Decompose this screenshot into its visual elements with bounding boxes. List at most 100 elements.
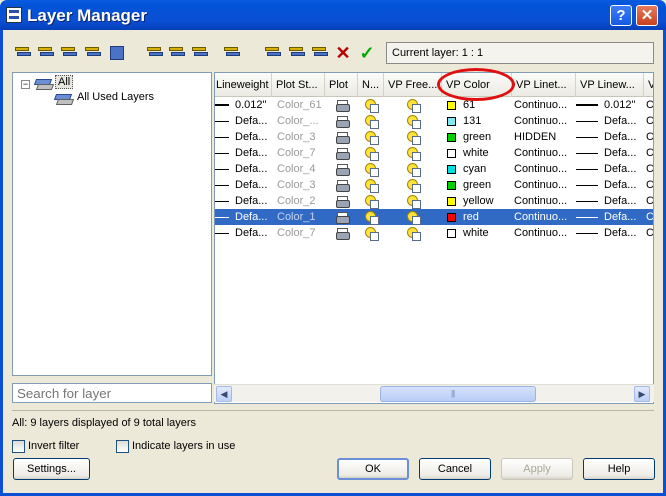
vp-linetype-cell[interactable]: Continuo... [514, 177, 572, 193]
settings-button[interactable]: Settings... [13, 458, 90, 480]
vp-lineweight-cell[interactable]: Defa... [604, 225, 642, 241]
plot-style-cell[interactable]: Color_3 [277, 177, 324, 193]
tree-item-all[interactable]: All [55, 75, 74, 89]
close-button[interactable]: ✕ [636, 5, 658, 26]
vp-freeze-icon[interactable] [407, 227, 421, 241]
help-title-button[interactable]: ? [610, 5, 632, 26]
table-row[interactable]: 0.012" Color_61 61 Continuo... 0.012" C [215, 97, 653, 113]
vp-freeze-icon[interactable] [407, 147, 421, 161]
vp-linetype-cell[interactable]: Continuo... [514, 193, 572, 209]
column-lineweight[interactable]: Lineweight [215, 73, 272, 97]
vp-linetype-cell[interactable]: Continuo... [514, 145, 572, 161]
new-vp-freeze-icon[interactable] [365, 99, 379, 113]
vp-lineweight-cell[interactable]: Defa... [604, 113, 642, 129]
column-vp-linetype[interactable]: VP Linet... [512, 73, 576, 97]
vp-color-cell[interactable]: red [463, 209, 509, 225]
lineweight-cell[interactable]: Defa... [235, 177, 271, 193]
vp-linetype-cell[interactable]: Continuo... [514, 209, 572, 225]
printer-icon[interactable] [336, 179, 350, 192]
vp-lineweight-cell[interactable]: Defa... [604, 129, 642, 145]
plot-style-cell[interactable]: Color_... [277, 113, 324, 129]
new-filter-icon[interactable] [14, 44, 32, 62]
vp-lineweight-cell[interactable]: Defa... [604, 145, 642, 161]
scroll-left-icon[interactable]: ◀ [216, 386, 232, 402]
printer-icon[interactable] [336, 227, 350, 240]
scroll-right-icon[interactable]: ▶ [634, 386, 650, 402]
lineweight-cell[interactable]: Defa... [235, 113, 271, 129]
filter-edit-icon[interactable] [84, 44, 102, 62]
lineweight-cell[interactable]: Defa... [235, 161, 271, 177]
new-vp-freeze-icon[interactable] [365, 115, 379, 129]
new-vp-freeze-icon[interactable] [365, 227, 379, 241]
new-vp-freeze-icon[interactable] [365, 131, 379, 145]
table-row[interactable]: Defa... Color_2 yellow Continuo... Defa... C [215, 193, 653, 209]
plot-style-cell[interactable]: Color_7 [277, 145, 324, 161]
plot-style-cell[interactable]: Color_4 [277, 161, 324, 177]
plot-style-cell[interactable]: Color_1 [277, 209, 324, 225]
plot-style-cell[interactable]: Color_3 [277, 129, 324, 145]
table-row[interactable]: Defa... Color_1 red Continuo... Defa... C [215, 209, 653, 225]
vp-lineweight-cell[interactable]: Defa... [604, 161, 642, 177]
column-vp-more[interactable]: V [644, 73, 653, 97]
lineweight-cell[interactable]: Defa... [235, 193, 271, 209]
layer-grid[interactable]: Lineweight Plot St... Plot N... VP Free.… [214, 72, 654, 404]
vp-color-cell[interactable]: yellow [463, 193, 509, 209]
vp-linetype-cell[interactable]: Continuo... [514, 97, 572, 113]
column-plot[interactable]: Plot [325, 73, 358, 97]
vp-freeze-icon[interactable] [407, 195, 421, 209]
layer-states-icon[interactable] [60, 44, 78, 62]
indicate-layers-box[interactable] [116, 440, 129, 453]
layer-states-manager-icon[interactable] [223, 44, 241, 62]
layer-stack-icon[interactable] [146, 44, 164, 62]
new-vp-freeze-icon[interactable] [365, 195, 379, 209]
table-row[interactable]: Defa... Color_4 cyan Continuo... Defa... C [215, 161, 653, 177]
vp-color-swatch[interactable] [447, 229, 456, 238]
printer-icon[interactable] [336, 211, 350, 224]
new-vp-freeze-icon[interactable] [365, 179, 379, 193]
tree-expander[interactable]: − [21, 80, 30, 89]
table-row[interactable]: Defa... Color_3 green Continuo... Defa... C [215, 177, 653, 193]
new-vp-freeze-icon[interactable] [365, 163, 379, 177]
ok-button[interactable]: OK [337, 458, 409, 480]
vp-color-swatch[interactable] [447, 117, 456, 126]
printer-icon[interactable] [336, 99, 350, 112]
layer-stack-2-icon[interactable] [168, 44, 186, 62]
plot-style-cell[interactable]: Color_61 [277, 97, 324, 113]
vp-freeze-icon[interactable] [407, 99, 421, 113]
vp-color-cell[interactable]: green [463, 129, 509, 145]
vp-freeze-icon[interactable] [407, 115, 421, 129]
column-vp-freeze[interactable]: VP Free... [384, 73, 442, 97]
lineweight-cell[interactable]: 0.012" [235, 97, 271, 113]
vp-color-cell[interactable]: green [463, 177, 509, 193]
vp-color-cell[interactable]: white [463, 145, 509, 161]
vp-color-swatch[interactable] [447, 213, 456, 222]
vp-color-swatch[interactable] [447, 181, 456, 190]
save-icon[interactable] [107, 44, 125, 62]
vp-color-cell[interactable]: white [463, 225, 509, 241]
vp-freeze-icon[interactable] [407, 179, 421, 193]
vp-linetype-cell[interactable]: Continuo... [514, 225, 572, 241]
new-layer-icon[interactable] [264, 44, 282, 62]
new-vp-freeze-icon[interactable] [365, 211, 379, 225]
lineweight-cell[interactable]: Defa... [235, 145, 271, 161]
lineweight-cell[interactable]: Defa... [235, 129, 271, 145]
apply-button[interactable]: Apply [501, 458, 573, 480]
delete-layer-icon[interactable]: ✕ [334, 44, 352, 62]
plot-style-cell[interactable]: Color_7 [277, 225, 324, 241]
tree-item-all-used-layers[interactable]: All Used Layers [75, 91, 156, 103]
horizontal-scrollbar[interactable]: ◀ ▶ [214, 384, 654, 402]
plot-style-cell[interactable]: Color_2 [277, 193, 324, 209]
filter-tree[interactable]: − All All Used Layers [12, 72, 212, 376]
printer-icon[interactable] [336, 163, 350, 176]
printer-icon[interactable] [336, 147, 350, 160]
vp-lineweight-cell[interactable]: Defa... [604, 209, 642, 225]
set-current-icon[interactable]: ✓ [358, 44, 376, 62]
vp-lineweight-cell[interactable]: Defa... [604, 193, 642, 209]
column-new-vp-freeze[interactable]: N... [358, 73, 384, 97]
new-layer-2-icon[interactable] [311, 44, 329, 62]
help-button[interactable]: Help [583, 458, 655, 480]
scroll-thumb[interactable] [380, 386, 536, 402]
vp-color-swatch[interactable] [447, 149, 456, 158]
table-row[interactable]: Defa... Color_3 green HIDDEN Defa... C [215, 129, 653, 145]
invert-filter-box[interactable] [12, 440, 25, 453]
